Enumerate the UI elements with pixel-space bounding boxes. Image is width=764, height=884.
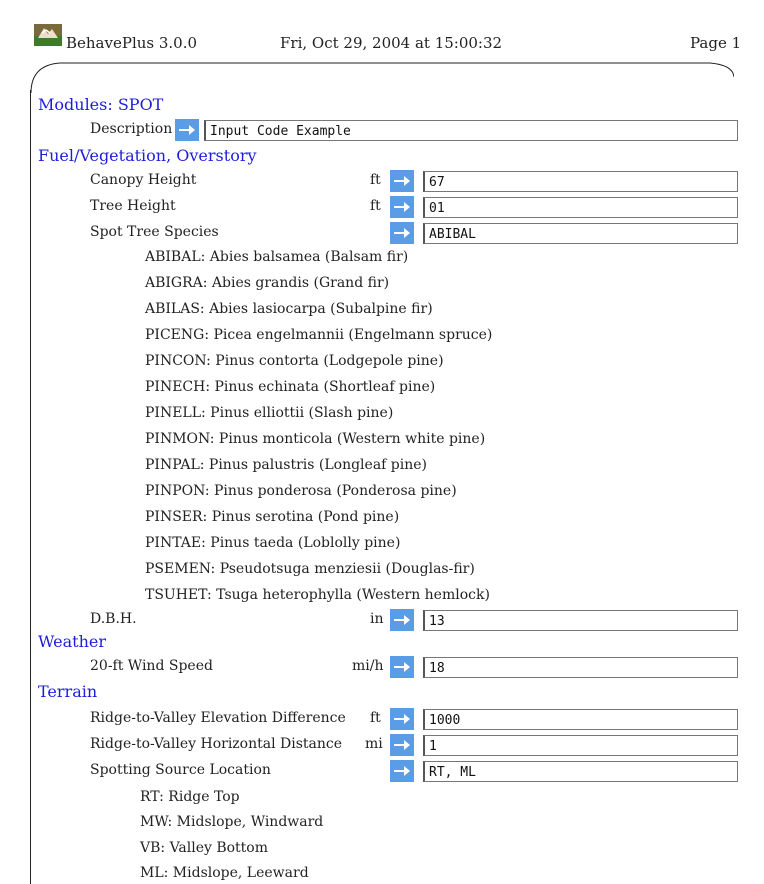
species-option: PINECH: Pinus echinata (Shortleaf pine) <box>145 379 436 395</box>
species-option: PINCON: Pinus contorta (Lodgepole pine) <box>145 353 444 369</box>
wind-speed-label: 20-ft Wind Speed <box>90 658 213 674</box>
location-option: VB: Valley Bottom <box>140 840 269 856</box>
species-option: PINPON: Pinus ponderosa (Ponderosa pine) <box>145 483 457 499</box>
species-option: ABIBAL: Abies balsamea (Balsam fir) <box>145 249 409 265</box>
spotting-source-location-label: Spotting Source Location <box>90 762 271 778</box>
section-terrain: Terrain <box>38 682 98 701</box>
frame-left-border <box>30 90 31 884</box>
tree-height-arrow-button[interactable] <box>390 196 414 218</box>
species-option: PICENG: Picea engelmannii (Engelmann spr… <box>145 327 493 343</box>
app-logo-icon <box>34 24 62 46</box>
species-option: PINPAL: Pinus palustris (Longleaf pine) <box>145 457 428 473</box>
arrow-right-icon <box>394 615 410 625</box>
arrow-right-icon <box>394 228 410 238</box>
page-number: Page 1 <box>690 34 742 52</box>
frame-border <box>30 62 734 93</box>
elevation-difference-arrow-button[interactable] <box>390 708 414 730</box>
report-date: Fri, Oct 29, 2004 at 15:00:32 <box>280 34 503 52</box>
species-option: PINSER: Pinus serotina (Pond pine) <box>145 509 400 525</box>
section-fuel: Fuel/Vegetation, Overstory <box>38 146 257 165</box>
species-option: PINELL: Pinus elliottii (Slash pine) <box>145 405 394 421</box>
horizontal-distance-arrow-button[interactable] <box>390 734 414 756</box>
elevation-difference-field[interactable]: 1000 <box>423 709 738 730</box>
dbh-field[interactable]: 13 <box>423 610 738 631</box>
species-option: PINMON: Pinus monticola (Western white p… <box>145 431 486 447</box>
horizontal-distance-label: Ridge-to-Valley Horizontal Distance <box>90 736 343 752</box>
section-modules: Modules: SPOT <box>38 95 164 114</box>
wind-speed-arrow-button[interactable] <box>390 656 414 678</box>
arrow-right-icon <box>394 176 410 186</box>
tree-height-field[interactable]: 01 <box>423 197 738 218</box>
location-option: MW: Midslope, Windward <box>140 814 324 830</box>
canopy-height-unit: ft <box>370 172 381 188</box>
canopy-height-field[interactable]: 67 <box>423 171 738 192</box>
description-arrow-button[interactable] <box>175 119 199 141</box>
wind-speed-unit: mi/h <box>352 658 384 674</box>
tree-height-label: Tree Height <box>90 198 176 214</box>
spot-tree-species-arrow-button[interactable] <box>390 222 414 244</box>
arrow-right-icon <box>394 202 410 212</box>
tree-height-unit: ft <box>370 198 381 214</box>
canopy-height-label: Canopy Height <box>90 172 197 188</box>
spot-tree-species-label: Spot Tree Species <box>90 224 219 240</box>
wind-speed-field[interactable]: 18 <box>423 657 738 678</box>
elevation-difference-label: Ridge-to-Valley Elevation Difference <box>90 710 346 726</box>
description-label: Description <box>90 121 173 137</box>
description-field[interactable]: Input Code Example <box>204 120 738 141</box>
canopy-height-arrow-button[interactable] <box>390 170 414 192</box>
species-option: PINTAE: Pinus taeda (Loblolly pine) <box>145 535 401 551</box>
arrow-right-icon <box>394 740 410 750</box>
species-option: TSUHET: Tsuga heterophylla (Western heml… <box>145 587 490 603</box>
species-option: ABILAS: Abies lasiocarpa (Subalpine fir) <box>145 301 433 317</box>
spotting-source-location-field[interactable]: RT, ML <box>423 761 738 782</box>
location-option: RT: Ridge Top <box>140 789 240 805</box>
species-option: PSEMEN: Pseudotsuga menziesii (Douglas-f… <box>145 561 475 577</box>
arrow-right-icon <box>394 662 410 672</box>
dbh-unit: in <box>370 611 384 627</box>
arrow-right-icon <box>394 766 410 776</box>
horizontal-distance-unit: mi <box>365 736 383 752</box>
section-weather: Weather <box>38 632 106 651</box>
arrow-right-icon <box>394 714 410 724</box>
dbh-arrow-button[interactable] <box>390 609 414 631</box>
arrow-right-icon <box>179 125 195 135</box>
species-option: ABIGRA: Abies grandis (Grand fir) <box>145 275 390 291</box>
horizontal-distance-field[interactable]: 1 <box>423 735 738 756</box>
location-option: ML: Midslope, Leeward <box>140 865 309 881</box>
app-name: BehavePlus 3.0.0 <box>66 34 198 52</box>
dbh-label: D.B.H. <box>90 611 137 627</box>
spotting-source-location-arrow-button[interactable] <box>390 760 414 782</box>
spot-tree-species-field[interactable]: ABIBAL <box>423 223 738 244</box>
elevation-difference-unit: ft <box>370 710 381 726</box>
